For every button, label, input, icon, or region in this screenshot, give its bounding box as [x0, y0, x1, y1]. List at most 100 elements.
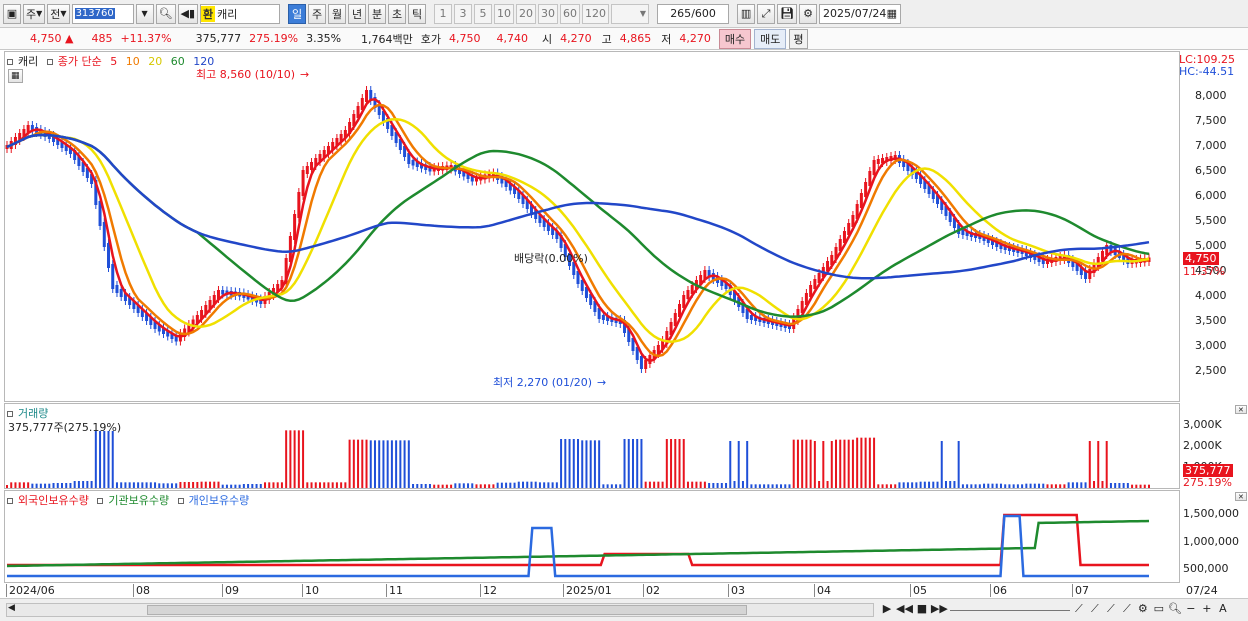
volume-bar: [280, 482, 283, 488]
volume-bar: [314, 482, 317, 488]
interval-20[interactable]: 20: [516, 3, 537, 24]
volume-bar: [44, 483, 47, 488]
vol-tick: 3,000K: [1183, 418, 1222, 431]
interval-30[interactable]: 30: [538, 3, 559, 24]
toolbar: ▣ 주 ▼ 전 ▼ 313760 ▼ 🔍︎ ◀▮ 환 캐리 일 주 월 년 분 초 틱…: [0, 0, 1248, 28]
trend-tool-icon[interactable]: ⟋: [1088, 602, 1102, 616]
forward-icon[interactable]: ▶▶: [931, 602, 948, 616]
volume-panel[interactable]: 거래량 375,777주(275.19%): [4, 403, 1180, 489]
interval-120[interactable]: 120: [582, 3, 610, 24]
volume-bar: [1148, 484, 1150, 488]
holdings-panel[interactable]: 외국인보유수량 기관보유수량 개인보유수량: [4, 490, 1180, 583]
volume-bar: [213, 481, 216, 488]
interval-custom-input[interactable]: ▼: [611, 3, 650, 24]
font-size-icon[interactable]: A: [1216, 602, 1230, 616]
high-label: 고: [601, 32, 612, 46]
link-icon[interactable]: ⟋: [1120, 602, 1134, 616]
calendar-icon[interactable]: ▦: [887, 7, 897, 20]
volume-bar: [902, 482, 905, 488]
interval-3[interactable]: 3: [454, 3, 473, 24]
price-chart[interactable]: [5, 52, 1179, 401]
panel-table-icon[interactable]: ▦: [8, 69, 23, 83]
candle-body: [115, 285, 119, 293]
volume-bar: [35, 483, 38, 488]
scroll-left-icon[interactable]: ◀: [8, 603, 15, 613]
volume-bar: [141, 482, 144, 488]
ask-price-2: 4,740: [496, 32, 529, 45]
eval-button[interactable]: 평: [789, 28, 808, 49]
sound-icon[interactable]: ◀▮: [177, 3, 199, 24]
gear-icon[interactable]: ⚙: [799, 3, 818, 24]
count-field[interactable]: 265/600: [657, 3, 730, 24]
panel-close-icon[interactable]: ✕: [1235, 492, 1247, 501]
interval-1[interactable]: 1: [434, 3, 453, 24]
period-minute[interactable]: 분: [368, 3, 387, 24]
market-select[interactable]: 전 ▼: [47, 3, 70, 24]
volume-bar: [196, 482, 199, 488]
x-tick: 10: [302, 584, 319, 597]
ask-price-1: 4,750: [449, 32, 481, 45]
volume-chart[interactable]: [5, 404, 1179, 488]
interval-5[interactable]: 5: [474, 3, 493, 24]
gear-icon[interactable]: ⚙: [1136, 602, 1150, 616]
save-icon[interactable]: 💾︎: [777, 3, 798, 24]
legend-ma5: 5: [110, 55, 118, 68]
draw-tool-icon[interactable]: ⟋: [1104, 602, 1118, 616]
type-select[interactable]: 주 ▼: [23, 3, 46, 24]
volume-bar: [873, 437, 876, 488]
panel-close-icon[interactable]: ✕: [1235, 405, 1247, 414]
quote-bar: 4,750 ▲ 485 +11.37% 375,777 275.19% 3.35…: [0, 28, 1248, 50]
interval-10[interactable]: 10: [494, 3, 515, 24]
interval-60[interactable]: 60: [560, 3, 581, 24]
volume-bar: [631, 439, 634, 488]
low-label: 저: [661, 32, 672, 46]
holdings-y-axis: ✕ 1,500,000 1,000,000 500,000: [1181, 490, 1248, 583]
period-week[interactable]: 주: [308, 3, 327, 24]
x-tick: 11: [386, 584, 403, 597]
vol-tick: 2,000K: [1183, 439, 1222, 452]
chart-menu-icon[interactable]: ▣: [3, 3, 21, 24]
period-day[interactable]: 일: [288, 3, 307, 24]
volume-bar: [247, 484, 250, 488]
search-icon[interactable]: 🔍︎: [1168, 602, 1182, 616]
volume-bar: [475, 484, 478, 488]
volume-bar: [6, 485, 8, 488]
candle-body: [639, 356, 643, 369]
rewind-icon[interactable]: ◀◀: [896, 602, 913, 616]
plus-icon[interactable]: +: [1200, 602, 1214, 616]
minus-icon[interactable]: −: [1184, 602, 1198, 616]
trend-tool-icon[interactable]: ⟋: [1072, 602, 1086, 616]
volume-bar: [767, 484, 770, 488]
legend-square-icon: [46, 59, 53, 65]
code-input[interactable]: 313760: [71, 3, 134, 24]
price-y-axis: LC:109.25 HC:-44.51 8,000 7,500 7,000 6,500…: [1179, 51, 1248, 402]
volume-bar: [636, 439, 639, 488]
stop-icon[interactable]: ■: [915, 602, 929, 616]
period-year[interactable]: 년: [348, 3, 367, 24]
draw-tool-icon[interactable]: ⤢: [757, 3, 776, 24]
date-field[interactable]: 2025/07/24 ▦: [819, 3, 902, 24]
scroll-thumb[interactable]: [147, 605, 747, 615]
volume-bar: [953, 481, 956, 488]
next-icon[interactable]: ▶: [880, 602, 894, 616]
candle-body: [119, 289, 123, 297]
volume-bar: [758, 484, 761, 488]
buy-button[interactable]: 매수: [718, 28, 752, 49]
horizontal-scrollbar[interactable]: ◀: [6, 603, 874, 617]
volume-bar: [703, 481, 706, 488]
period-second[interactable]: 초: [388, 3, 407, 24]
period-tick[interactable]: 틱: [408, 3, 427, 24]
zoom-in-icon[interactable]: ▭: [1152, 602, 1166, 616]
stock-name-box[interactable]: 환 캐리: [200, 3, 281, 24]
volume-bar: [399, 440, 402, 488]
period-month[interactable]: 월: [328, 3, 347, 24]
code-dropdown-icon[interactable]: ▼: [135, 3, 154, 24]
price-panel[interactable]: 캐리 종가 단순 5 10 20 60 120 ▦ 최고 8,560 (10/1…: [4, 51, 1180, 402]
zoom-slider[interactable]: [949, 602, 1070, 611]
search-icon[interactable]: 🔍︎: [155, 3, 176, 24]
ma-line: [6, 133, 1150, 318]
volume-bar: [526, 481, 529, 488]
candle-type-icon[interactable]: ▥: [737, 3, 756, 24]
sell-button[interactable]: 매도: [754, 28, 787, 49]
volume-bar: [606, 484, 609, 488]
